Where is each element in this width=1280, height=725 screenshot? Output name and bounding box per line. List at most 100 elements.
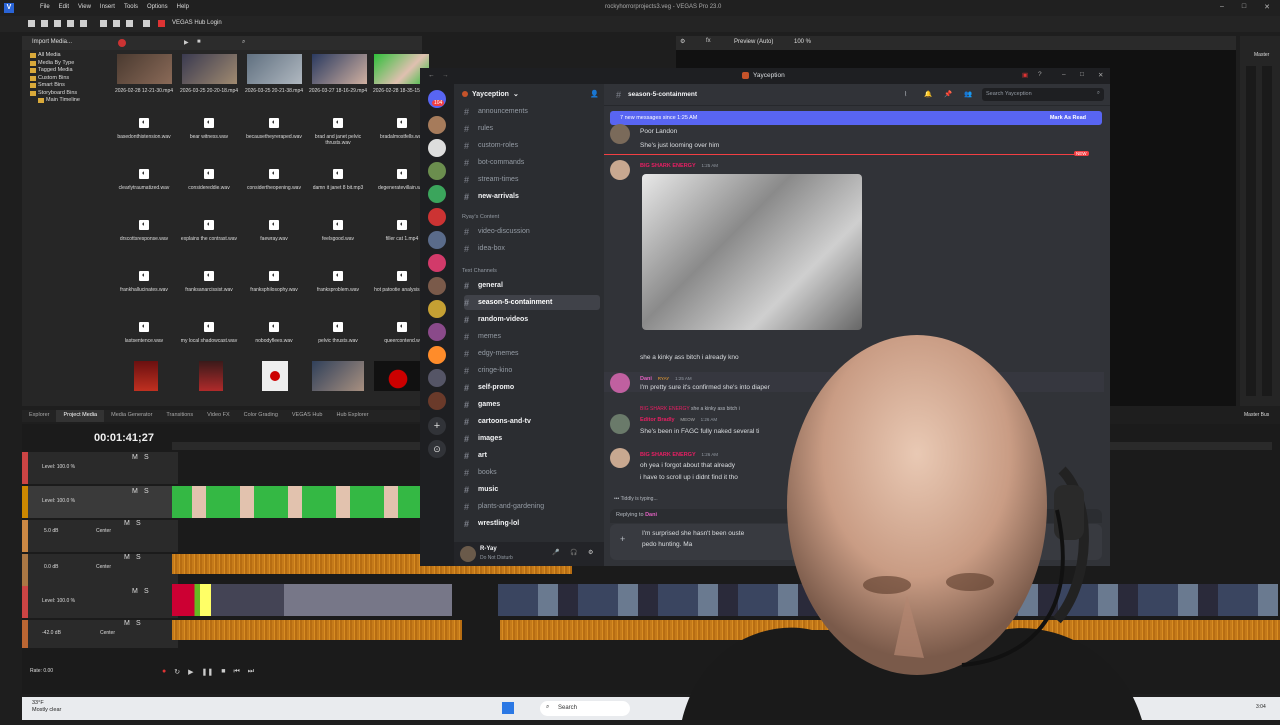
tab-transitions[interactable]: Transitions [159,410,200,422]
avatar[interactable] [610,124,630,144]
message-image[interactable] [642,174,862,330]
channel-item[interactable]: # images [464,431,600,446]
mark-as-read-button[interactable]: Mark As Read [1050,115,1086,121]
maximize-icon[interactable]: □ [1242,3,1246,11]
media-file[interactable]: 2026-03-27 18-16-29.mp4 [306,88,370,94]
category-header[interactable]: Text Channels [462,268,497,274]
windows-start-icon[interactable] [502,702,514,714]
media-file[interactable]: ◐ franksphilosophy.wav [242,271,306,293]
mute-button[interactable]: M [124,520,130,527]
bell-icon[interactable]: 🔔 [924,90,932,98]
render-icon[interactable] [67,20,74,27]
media-file[interactable]: ◐ faewray.wav [242,220,306,242]
tree-item[interactable]: All Media [30,52,120,60]
channel-item[interactable]: # books [464,465,600,480]
track-header[interactable]: Level: 100.0 % M S [28,486,178,518]
tree-item[interactable]: Tagged Media [30,67,120,75]
minimize-icon[interactable]: – [1062,71,1066,78]
media-file[interactable]: ◐ feelsgood.wav [306,220,370,242]
media-file[interactable]: ◐ my local shadowcast.wav [177,322,241,344]
copy-icon[interactable] [113,20,120,27]
media-file[interactable]: ◐ becausetheyreraped.wav [242,118,306,140]
channel-item[interactable]: # music [464,482,600,497]
close-icon[interactable]: ✕ [1264,3,1270,11]
channel-item[interactable]: # video-discussion [464,224,600,239]
media-file[interactable]: ◐ considereddie.wav [177,169,241,191]
channel-item[interactable]: # art [464,448,600,463]
prev-icon[interactable]: ⏮ [233,668,239,676]
server-icon[interactable] [428,185,446,203]
server-icon[interactable] [428,392,446,410]
solo-button[interactable]: S [144,488,149,495]
mute-button[interactable]: M [124,620,130,627]
solo-button[interactable]: S [136,554,141,561]
video-thumbnail[interactable] [312,54,367,84]
server-icon[interactable] [428,162,446,180]
channel-item[interactable]: # plants-and-gardening [464,499,600,514]
channel-item[interactable]: # games [464,397,600,412]
tree-item[interactable]: Storyboard Bins [30,90,120,98]
tab-hub-explorer[interactable]: Hub Explorer [329,410,375,422]
lips-thumbnail[interactable] [374,361,422,391]
solo-button[interactable]: S [136,520,141,527]
settings-icon[interactable]: ⚙ [588,549,593,556]
menu-file[interactable]: File [40,4,50,10]
channel-item[interactable]: # cringe-kino [464,363,600,378]
media-file[interactable]: ◐ brad and janet pelvic thrusts.wav [306,118,370,146]
channel-item[interactable]: # wrestling-lol [464,516,600,531]
server-icon[interactable] [428,323,446,341]
microphone-icon[interactable]: 🎤 [552,549,559,556]
tree-item[interactable]: Smart Bins [30,82,120,90]
media-file[interactable]: 2026-03-25 20-20-18.mp4 [177,88,241,94]
category-header[interactable]: Ryay's Content [462,214,499,220]
settings-icon[interactable] [80,20,87,27]
tab-video-fx[interactable]: Video FX [200,410,237,422]
server-icon[interactable] [428,300,446,318]
hub-icon[interactable] [158,20,165,27]
new-project-icon[interactable] [28,20,35,27]
taskbar-search[interactable]: ⌕ Search [540,701,630,716]
media-file[interactable]: ◐ franksanarcissist.wav [177,271,241,293]
minimize-icon[interactable]: – [1220,3,1224,11]
fx-icon[interactable]: fx [706,38,711,44]
tree-item[interactable]: Custom Bins [30,75,120,83]
channel-item[interactable]: # edgy-memes [464,346,600,361]
search-input[interactable]: Search Yayception ⌕ [982,88,1104,101]
gear-icon[interactable]: ⚙ [680,38,685,45]
mute-button[interactable]: M [132,454,138,461]
record-icon[interactable]: ● [162,668,166,676]
channel-item[interactable]: # idea-box [464,241,600,256]
tree-item[interactable]: Main Timeline [30,97,120,105]
menu-tools[interactable]: Tools [124,4,138,10]
track-header[interactable]: Level: 100.0 % M S [28,452,178,484]
solo-button[interactable]: S [136,620,141,627]
media-file[interactable]: ◐ pelvic thrusts.wav [306,322,370,344]
media-file[interactable]: ◐ lastsentence.wav [112,322,176,344]
menu-edit[interactable]: Edit [59,4,69,10]
weather-widget[interactable]: 33°F Mostly clear [32,700,61,714]
track-header[interactable]: -42.0 dB Center M S [28,620,178,648]
tab-media-generator[interactable]: Media Generator [104,410,159,422]
media-file[interactable]: ◐ basedonthistension.wav [112,118,176,140]
remove-icon[interactable] [118,39,126,47]
server-icon[interactable] [428,139,446,157]
track-header[interactable]: 0.0 dB Center M S [28,554,178,586]
channel-item[interactable]: # cartoons-and-tv [464,414,600,429]
avatar[interactable] [610,160,630,180]
channel-item[interactable]: # general [464,278,600,293]
video-clip[interactable] [172,584,452,616]
channel-item[interactable]: # rules [464,121,600,136]
server-icon[interactable] [428,208,446,226]
paste-icon[interactable] [126,20,133,27]
media-file[interactable]: ◐ clearlytraumatized.wav [112,169,176,191]
poster-thumbnail[interactable] [262,361,288,391]
search-icon[interactable]: ⌕ [242,39,245,46]
new-messages-banner[interactable]: 7 new messages since 1:25 AM Mark As Rea… [610,111,1102,125]
explore-icon[interactable]: ⊙ [428,440,446,458]
green-screen-clip[interactable] [172,486,422,518]
video-thumbnail[interactable] [182,54,237,84]
channel-item[interactable]: # random-videos [464,312,600,327]
media-file[interactable]: ◐ frankhallucinates.wav [112,271,176,293]
save-icon[interactable] [54,20,61,27]
menu-view[interactable]: View [78,4,91,10]
